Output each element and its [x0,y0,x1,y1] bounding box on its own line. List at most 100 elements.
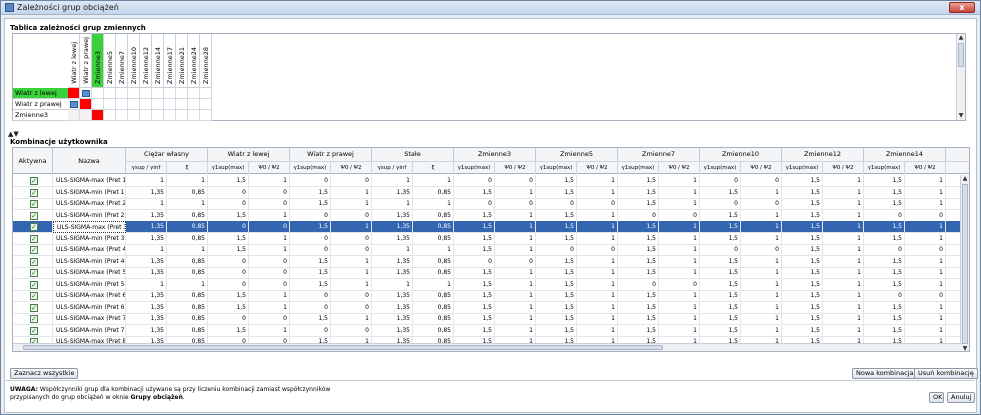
coefficient-cell[interactable]: 1,5 [454,267,495,279]
combination-name[interactable]: ULS-SIGMA-min (Pret 1) [53,186,126,199]
coefficient-cell[interactable]: 1 [659,255,700,268]
coefficient-cell[interactable]: 0,85 [413,209,454,222]
combination-name[interactable]: ULS-SIGMA-min (Pret 3) [53,232,126,245]
dependency-cell[interactable] [152,99,164,110]
coefficient-cell[interactable]: 1 [741,267,782,279]
coefficient-cell[interactable]: 0,85 [167,186,208,199]
coefficient-cell[interactable]: 0 [577,244,618,256]
coefficient-cell[interactable]: 1 [495,278,536,291]
active-checkbox[interactable]: ✓ [30,303,38,312]
dependency-cell[interactable] [80,88,92,99]
coefficient-cell[interactable]: 0 [249,313,290,325]
dependency-cell[interactable] [188,88,200,99]
coefficient-cell[interactable]: 1 [249,232,290,245]
coefficient-cell[interactable]: 1,5 [782,324,823,337]
coefficient-cell[interactable]: 0 [208,186,249,199]
coefficient-cell[interactable]: 1,5 [536,209,577,222]
coefficient-cell[interactable]: 1,35 [372,301,413,314]
dependency-cell[interactable] [116,88,128,99]
combination-name[interactable]: ULS-SIGMA-min (Pret 7) [53,324,126,337]
table-row[interactable]: ✓ ULS-SIGMA-min (Pret 1) 1,35 0,85 0 0 1,5 1 1,3… [13,186,962,199]
coefficient-cell[interactable]: 1 [823,278,864,291]
table-horizontal-scrollbar[interactable] [13,343,962,351]
dependency-cell[interactable] [152,110,164,121]
dependency-cell[interactable] [140,88,152,99]
coefficient-cell[interactable]: 0,85 [413,324,454,337]
combination-name[interactable]: ULS-SIGMA-max (Pret 7) [53,313,126,325]
combination-name[interactable]: ULS-SIGMA-max (Pret 4) [53,244,126,256]
coefficient-cell[interactable]: 0 [208,313,249,325]
coefficient-cell[interactable]: 1,5 [208,175,249,187]
coefficient-cell[interactable]: 1,5 [864,186,905,199]
coefficient-cell[interactable]: 0,85 [413,221,454,233]
coefficient-cell[interactable]: 1 [659,244,700,256]
coefficient-cell[interactable]: 0,85 [413,267,454,279]
column-sub-header[interactable]: γsup / γinf [372,161,413,174]
coefficient-cell[interactable]: 0,85 [167,313,208,325]
coefficient-cell[interactable]: 1 [741,278,782,291]
coefficient-cell[interactable]: 1,5 [782,255,823,268]
scroll-thumb[interactable] [962,184,968,344]
coefficient-cell[interactable]: 0 [577,198,618,210]
coefficient-cell[interactable]: 1,5 [864,324,905,337]
coefficient-cell[interactable]: 0 [700,244,741,256]
coefficient-cell[interactable]: 1,5 [618,255,659,268]
active-checkbox[interactable]: ✓ [30,257,38,266]
coefficient-cell[interactable]: 1,5 [536,301,577,314]
combination-name[interactable]: ULS-SIGMA-max (Pret 1) [53,175,126,187]
coefficient-cell[interactable]: 1,5 [700,267,741,279]
coefficient-cell[interactable]: 0,85 [413,232,454,245]
coefficient-cell[interactable]: 1 [659,186,700,199]
coefficient-cell[interactable]: 1,35 [372,255,413,268]
coefficient-cell[interactable]: 1,5 [208,244,249,256]
column-sub-header[interactable]: γ1sup(max) [864,161,905,174]
dependency-cell[interactable] [164,88,176,99]
coefficient-cell[interactable]: 0 [495,255,536,268]
coefficient-cell[interactable]: 1,5 [700,278,741,291]
coefficient-cell[interactable]: 1,5 [536,221,577,233]
coefficient-cell[interactable]: 1 [823,209,864,222]
coefficient-cell[interactable]: 1,35 [126,186,167,199]
coefficient-cell[interactable]: 1,5 [864,301,905,314]
coefficient-cell[interactable]: 1,5 [782,278,823,291]
coefficient-cell[interactable]: 0 [454,255,495,268]
coefficient-cell[interactable]: 1 [577,232,618,245]
coefficient-cell[interactable]: 1 [741,301,782,314]
coefficient-cell[interactable]: 1 [495,186,536,199]
dependency-cell[interactable] [176,99,188,110]
coefficient-cell[interactable]: 1,5 [864,313,905,325]
dependency-cell[interactable] [116,110,128,121]
coefficient-cell[interactable]: 1,5 [454,221,495,233]
coefficient-cell[interactable]: 0 [331,175,372,187]
coefficient-cell[interactable]: 1,5 [700,324,741,337]
coefficient-cell[interactable]: 1 [659,324,700,337]
coefficient-cell[interactable]: 1,5 [290,221,331,233]
coefficient-cell[interactable]: 1 [577,186,618,199]
coefficient-cell[interactable]: 0 [659,278,700,291]
coefficient-cell[interactable]: 1 [659,290,700,302]
coefficient-cell[interactable]: 1 [659,313,700,325]
coefficient-cell[interactable]: 1 [372,175,413,187]
coefficient-cell[interactable]: 1,35 [126,221,167,233]
coefficient-cell[interactable]: 0,85 [167,255,208,268]
coefficient-cell[interactable]: 1 [905,232,946,245]
coefficient-cell[interactable]: 1 [577,221,618,233]
scroll-down-icon[interactable]: ▼ [961,345,969,351]
column-header-name[interactable]: Nazwa [53,148,126,174]
coefficient-cell[interactable]: 1,5 [618,198,659,210]
coefficient-cell[interactable]: 0 [208,198,249,210]
coefficient-cell[interactable]: 1 [495,290,536,302]
coefficient-cell[interactable]: 0 [331,232,372,245]
coefficient-cell[interactable]: 1 [905,175,946,187]
coefficient-cell[interactable]: 1,5 [700,221,741,233]
coefficient-cell[interactable]: 1 [167,244,208,256]
coefficient-cell[interactable]: 1,5 [536,232,577,245]
active-checkbox[interactable]: ✓ [30,211,38,220]
coefficient-cell[interactable]: 0 [495,198,536,210]
coefficient-cell[interactable]: 1 [495,301,536,314]
coefficient-cell[interactable]: 1,5 [700,209,741,222]
dependency-cell[interactable] [128,88,140,99]
coefficient-cell[interactable]: 1,5 [290,198,331,210]
column-sub-header[interactable]: Ψ0 / Ψ2 [823,161,864,174]
coefficient-cell[interactable]: 1,5 [782,209,823,222]
